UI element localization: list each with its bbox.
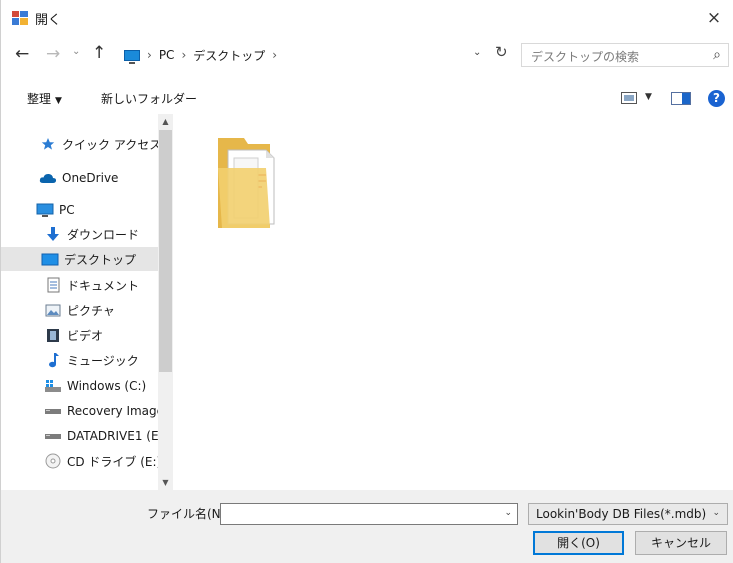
navigation-bar: ← → ⌄ ↑ › PC › デスクトップ › ⌄ ↻ デスクトップの検索 ⌕	[1, 40, 733, 70]
file-type-value: Lookin'Body DB Files(*.mdb)	[536, 507, 707, 521]
scrollbar-thumb[interactable]	[159, 130, 172, 372]
file-open-dialog: 開く × ← → ⌄ ↑ › PC › デスクトップ › ⌄ ↻ デスクトップの…	[0, 0, 733, 563]
drive-icon	[44, 403, 62, 419]
navigation-pane-scrollbar[interactable]: ▲ ▼	[158, 114, 173, 490]
chevron-down-icon: ⌄	[712, 508, 720, 518]
document-icon	[44, 277, 62, 293]
close-icon: ×	[706, 8, 722, 28]
app-icon	[12, 11, 28, 25]
picture-icon	[44, 302, 62, 318]
star-icon	[39, 136, 57, 152]
navigation-pane: クイック アクセス OneDrive PC ダウンロード デスクトップ ドキュメ…	[1, 114, 173, 490]
up-arrow-icon[interactable]: ↑	[92, 43, 106, 63]
sidebar-item-downloads[interactable]: ダウンロード	[1, 222, 159, 246]
file-list-area	[173, 114, 733, 490]
breadcrumb-separator-icon[interactable]: ›	[147, 48, 152, 62]
breadcrumb-pc[interactable]: PC	[159, 48, 175, 62]
sidebar-item-label: DATADRIVE1 (E:)	[67, 429, 168, 443]
sidebar-item-onedrive[interactable]: OneDrive	[1, 166, 159, 190]
address-history-chevron-icon[interactable]: ⌄	[473, 47, 481, 58]
sidebar-item-quick-access[interactable]: クイック アクセス	[1, 132, 162, 156]
file-type-select[interactable]: Lookin'Body DB Files(*.mdb) ⌄	[528, 503, 728, 525]
sidebar-item-label: ビデオ	[67, 328, 104, 343]
sidebar-item-label: ドキュメント	[67, 278, 140, 293]
breadcrumb-separator-icon[interactable]: ›	[181, 48, 186, 62]
address-bar[interactable]: › PC › デスクトップ ›	[115, 43, 519, 67]
cd-drive-icon	[44, 453, 62, 469]
new-folder-button[interactable]: 新しいフォルダー	[101, 90, 197, 107]
pc-icon	[124, 49, 140, 64]
sidebar-item-label: OneDrive	[62, 171, 119, 185]
filename-label: ファイル名(N):	[147, 507, 230, 521]
sidebar-item-label: Recovery Image	[67, 404, 165, 418]
dialog-footer: ファイル名(N): ⌄ Lookin'Body DB Files(*.mdb) …	[1, 490, 733, 563]
windows-drive-icon	[44, 378, 62, 394]
chevron-down-icon[interactable]: ⌄	[504, 508, 512, 518]
search-placeholder: デスクトップの検索	[531, 50, 640, 64]
desktop-icon	[41, 251, 59, 267]
sidebar-item-pc[interactable]: PC	[1, 198, 159, 222]
organize-menu-button[interactable]: 整理 ▼	[27, 90, 62, 107]
refresh-icon[interactable]: ↻	[495, 43, 508, 61]
preview-pane-icon[interactable]	[671, 92, 691, 105]
help-icon[interactable]: ?	[708, 90, 725, 107]
cloud-icon	[39, 170, 57, 186]
scroll-down-icon[interactable]: ▼	[158, 475, 173, 490]
drive-icon	[44, 428, 62, 444]
cancel-button[interactable]: キャンセル	[635, 531, 727, 555]
sidebar-item-cd-drive[interactable]: CD ドライブ (E:) U3	[1, 449, 173, 473]
folder-icon	[218, 138, 275, 228]
sidebar-item-recovery-image[interactable]: Recovery Image	[1, 399, 164, 423]
sidebar-item-pictures[interactable]: ピクチャ	[1, 298, 159, 322]
recent-locations-chevron-icon[interactable]: ⌄	[72, 46, 80, 57]
sidebar-item-label: デスクトップ	[64, 252, 137, 267]
sidebar-item-music[interactable]: ミュージック	[1, 348, 159, 372]
open-button[interactable]: 開く(O)	[533, 531, 624, 555]
breadcrumb-separator-icon[interactable]: ›	[272, 48, 277, 62]
caret-down-icon: ▼	[55, 96, 62, 106]
organize-label: 整理	[27, 92, 52, 106]
sidebar-item-videos[interactable]: ビデオ	[1, 323, 159, 347]
breadcrumb-desktop[interactable]: デスクトップ	[193, 47, 265, 64]
close-button[interactable]: ×	[694, 0, 733, 36]
sidebar-item-label: Windows (C:)	[67, 379, 147, 393]
folder-item[interactable]	[214, 128, 286, 228]
sidebar-item-datadrive1[interactable]: DATADRIVE1 (E:)	[1, 424, 167, 448]
search-icon[interactable]: ⌕	[713, 47, 721, 63]
sidebar-item-label: ダウンロード	[67, 227, 140, 242]
sidebar-item-label: ミュージック	[67, 353, 139, 368]
window-title: 開く	[35, 13, 62, 28]
sidebar-item-label: クイック アクセス	[62, 137, 162, 152]
change-view-icon[interactable]	[621, 92, 637, 104]
download-arrow-icon	[44, 226, 62, 242]
sidebar-item-label: PC	[59, 203, 75, 217]
video-icon	[44, 327, 62, 343]
command-toolbar: 整理 ▼ 新しいフォルダー ▼ ?	[1, 84, 733, 112]
filename-field[interactable]: ⌄	[220, 503, 518, 525]
sidebar-item-windows-c[interactable]: Windows (C:)	[1, 374, 159, 398]
view-options-caret-icon[interactable]: ▼	[645, 92, 652, 102]
back-arrow-icon[interactable]: ←	[15, 44, 29, 64]
title-bar: 開く ×	[1, 0, 733, 36]
sidebar-item-desktop[interactable]: デスクトップ	[1, 247, 159, 271]
sidebar-item-label: ピクチャ	[67, 303, 115, 318]
music-note-icon	[44, 352, 62, 368]
scroll-up-icon[interactable]: ▲	[158, 114, 173, 129]
sidebar-item-documents[interactable]: ドキュメント	[1, 273, 159, 297]
monitor-icon	[36, 202, 54, 218]
search-input[interactable]: デスクトップの検索 ⌕	[521, 43, 729, 67]
forward-arrow-icon[interactable]: →	[46, 44, 60, 64]
